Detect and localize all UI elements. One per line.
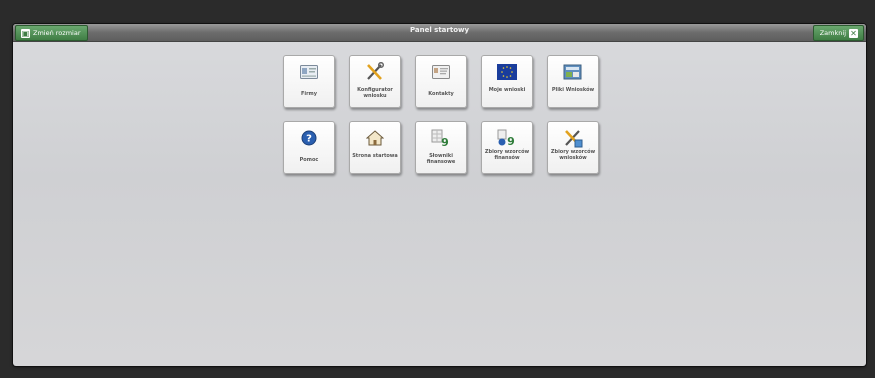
dictionary-icon: 9 [431, 128, 451, 148]
home-icon [365, 128, 385, 148]
tile-strona-startowa[interactable]: Strona startowa [349, 121, 401, 174]
application-templates-icon [563, 128, 583, 148]
tile-label: Firmy [300, 91, 318, 97]
eu-flag-icon [497, 62, 517, 82]
tile-konfigurator-wniosku[interactable]: Konfigurator wniosku [349, 55, 401, 108]
id-card-icon [299, 62, 319, 82]
tools-icon [365, 62, 385, 82]
finance-templates-icon: 9 [497, 128, 517, 148]
svg-text:9: 9 [441, 136, 449, 147]
window-title: Panel startowy [409, 26, 470, 34]
contact-card-icon [431, 62, 451, 82]
tile-label: Kontakty [428, 91, 454, 97]
svg-text:9: 9 [507, 135, 515, 147]
close-button[interactable]: Zamknij ✕ [812, 25, 864, 41]
tile-kontakty[interactable]: Kontakty [415, 55, 467, 108]
tile-moje-wnioski[interactable]: Moje wnioski [481, 55, 533, 108]
tile-label: Słowniki finansowe [426, 153, 456, 165]
tile-label: Zbiory wzorców finansów [484, 149, 530, 161]
tile-slowniki-finansowe[interactable]: 9 Słowniki finansowe [415, 121, 467, 174]
close-icon: ✕ [849, 28, 858, 38]
tile-label: Pomoc [299, 157, 319, 163]
help-icon: ? [299, 128, 319, 148]
tile-label: Strona startowa [352, 153, 398, 159]
tile-label: Pliki Wniosków [551, 87, 595, 93]
tile-firmy[interactable]: Firmy [283, 55, 335, 108]
tile-pliki-wnioskow[interactable]: Pliki Wniosków [547, 55, 599, 108]
tile-zbiory-wzorcow-wnioskow[interactable]: Zbiory wzorców wniosków [547, 121, 599, 174]
tile-label: Konfigurator wniosku [357, 87, 393, 99]
close-label: Zamknij [819, 29, 846, 37]
window-titlebar: ▣ Zmień rozmiar Panel startowy Zamknij ✕ [13, 24, 866, 42]
start-panel-window: ▣ Zmień rozmiar Panel startowy Zamknij ✕… [13, 24, 866, 366]
tile-label: Zbiory wzorców wniosków [550, 149, 596, 161]
files-icon [563, 62, 583, 82]
tile-label: Moje wnioski [488, 87, 526, 93]
tile-zbiory-wzorcow-finansow[interactable]: 9 Zbiory wzorców finansów [481, 121, 533, 174]
tile-pomoc[interactable]: ? Pomoc [283, 121, 335, 174]
svg-text:?: ? [306, 134, 312, 145]
